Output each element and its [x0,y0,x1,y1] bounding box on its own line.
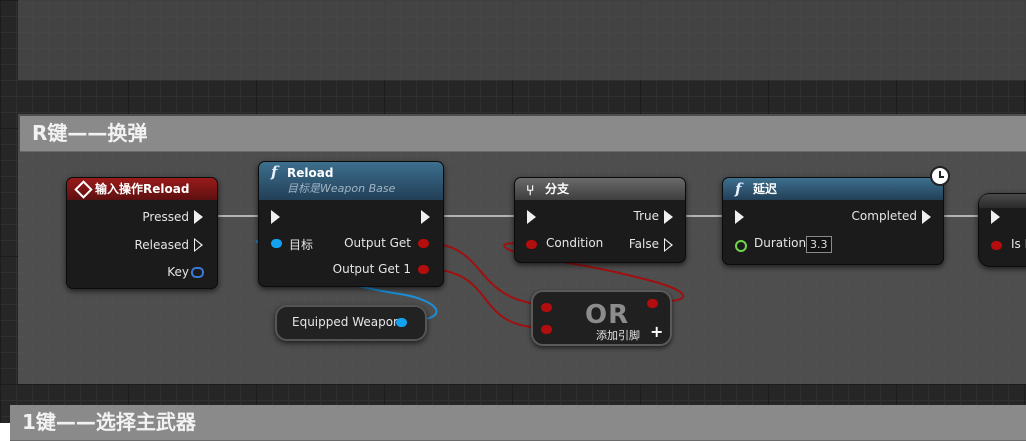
plus-icon[interactable]: + [650,322,663,341]
branch-header[interactable]: ⑂ 分支 [515,178,685,200]
delay-exec-in-pin[interactable] [735,210,744,224]
equipped-weapon-out-pin[interactable] [396,318,407,327]
branch-condition-pin[interactable] [526,240,537,249]
reload-function-header[interactable]: f Reload 目标是Weapon Base [259,162,443,200]
branch-title: 分支 [545,182,570,196]
reload-function-subtitle: 目标是Weapon Base [287,182,396,195]
reload-exec-in-pin[interactable] [271,210,280,224]
input-action-reload-node[interactable]: 输入操作Reload Pressed Released Key [66,177,218,289]
or-add-pin-label[interactable]: 添加引脚 [596,327,640,343]
reload-function-node[interactable]: f Reload 目标是Weapon Base 目标 Output Get Ou… [258,161,444,287]
or-input-a-pin[interactable] [541,303,552,312]
next-node-bool-pin[interactable] [991,241,1002,250]
branch-exec-in-pin[interactable] [527,210,536,224]
pin-label-true: True [633,209,660,223]
input-action-reload-title: 输入操作Reload [95,182,190,196]
pin-label-target: 目标 [289,238,314,252]
comment-title-weapon-select[interactable]: 1键——选择主武器 [10,405,1026,441]
pin-label-key: Key [167,265,189,279]
or-title: OR [585,300,630,330]
comment-title-reload[interactable]: R键——换弹 [20,116,1026,152]
duration-value-field[interactable]: 3.3 [806,236,832,253]
next-node-exec-in-pin[interactable] [991,210,1000,224]
pin-label-duration: Duration [754,236,807,250]
reload-exec-out-pin[interactable] [421,210,430,224]
branch-false-pin[interactable] [664,238,673,252]
equipped-weapon-label: Equipped Weapon [292,315,401,329]
next-node-header [979,194,1026,208]
output-get-pin[interactable] [418,239,429,248]
comment-box-weapon-select[interactable]: 1键——选择主武器 [10,405,1026,441]
pin-label-condition: Condition [546,236,604,250]
function-f-icon: f [271,163,278,181]
pin-label-pressed: Pressed [142,210,189,224]
pin-label-false: False [628,237,659,251]
output-get-1-pin[interactable] [418,265,429,274]
delay-completed-pin[interactable] [922,210,931,224]
reload-function-title: Reload [287,166,334,180]
pin-label-output-get: Output Get [344,236,411,250]
pin-label-output-get-1: Output Get 1 [332,262,411,276]
branch-node[interactable]: ⑂ 分支 True Condition False [514,177,686,263]
comment-box-top[interactable] [18,0,1026,80]
or-input-b-pin[interactable] [541,325,552,334]
pin-label-released: Released [134,238,189,252]
or-node[interactable]: OR 添加引脚 + [531,290,672,346]
branch-icon: ⑂ [526,183,535,199]
delay-header[interactable]: f 延迟 [723,178,943,200]
delay-node[interactable]: f 延迟 Completed Duration 3.3 [722,166,950,265]
equipped-weapon-getter-node[interactable]: Equipped Weapon [275,305,427,341]
exec-out-pin-released[interactable] [194,238,203,252]
function-f-icon: f [735,180,742,198]
exec-out-pin-pressed[interactable] [194,210,203,224]
input-action-reload-header[interactable]: 输入操作Reload [67,178,217,200]
clock-icon [930,166,950,186]
pin-label-completed: Completed [851,209,917,223]
or-output-pin[interactable] [647,299,658,308]
delay-duration-pin[interactable] [735,240,747,252]
next-node-pin-label: Is R [1011,237,1026,251]
branch-true-pin[interactable] [664,210,673,224]
next-node-partial[interactable]: Is R [978,193,1026,267]
key-struct-pin[interactable] [191,267,204,278]
reload-target-pin[interactable] [271,239,282,248]
delay-title: 延迟 [753,182,778,196]
